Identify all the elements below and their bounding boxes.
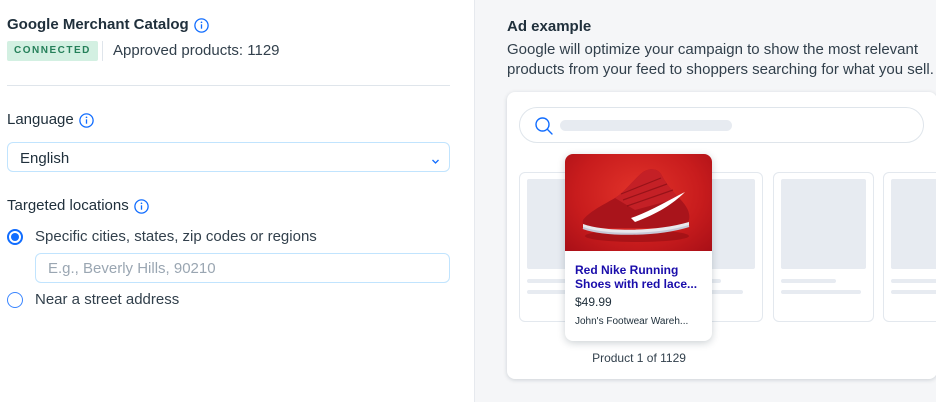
language-label-row: Language (7, 111, 94, 128)
radio-specific-regions[interactable] (7, 229, 23, 245)
info-icon[interactable] (193, 17, 209, 33)
product-name-link[interactable]: Red Nike Running Shoes with red lace... (575, 263, 707, 291)
catalog-heading: Google Merchant Catalog (7, 16, 209, 33)
status-badge: CONNECTED (7, 41, 98, 61)
ad-preview-card: Red Nike Running Shoes with red lace... … (507, 92, 936, 379)
locations-label-row: Targeted locations (7, 197, 149, 214)
language-label: Language (7, 111, 74, 128)
product-skeleton (773, 172, 874, 322)
mock-search-bar (519, 107, 924, 143)
ad-example-description: Google will optimize your campaign to sh… (507, 41, 934, 78)
product-skeleton (883, 172, 936, 322)
campaign-settings-panel: Google Merchant Catalog CONNECTED Approv… (0, 0, 474, 402)
product-store: John's Footwear Wareh... (575, 316, 689, 327)
badge-divider (102, 41, 103, 61)
location-search-field[interactable] (36, 254, 449, 282)
radio-street-address[interactable] (7, 292, 23, 308)
info-icon[interactable] (134, 198, 149, 214)
catalog-title: Google Merchant Catalog (7, 16, 189, 33)
approved-products-count: Approved products: 1129 (113, 42, 280, 59)
ad-example-title: Ad example (507, 18, 592, 35)
section-divider (7, 85, 450, 86)
red-sneaker-image (565, 154, 712, 251)
search-icon (534, 116, 554, 136)
product-price: $49.99 (575, 295, 612, 309)
chevron-down-icon (431, 153, 440, 164)
featured-product-card[interactable]: Red Nike Running Shoes with red lace... … (565, 154, 712, 341)
radio-street-address-label[interactable]: Near a street address (35, 291, 179, 308)
language-dropdown[interactable]: English (7, 142, 450, 172)
product-counter: Product 1 of 1129 (592, 351, 686, 365)
location-input[interactable] (35, 253, 450, 283)
targeted-locations-label: Targeted locations (7, 197, 129, 214)
radio-specific-regions-label[interactable]: Specific cities, states, zip codes or re… (35, 228, 317, 245)
language-selected-value: English (20, 150, 70, 167)
search-placeholder-skeleton (560, 120, 732, 131)
info-icon[interactable] (79, 112, 94, 128)
ad-example-panel: Ad example Google will optimize your cam… (474, 0, 936, 402)
